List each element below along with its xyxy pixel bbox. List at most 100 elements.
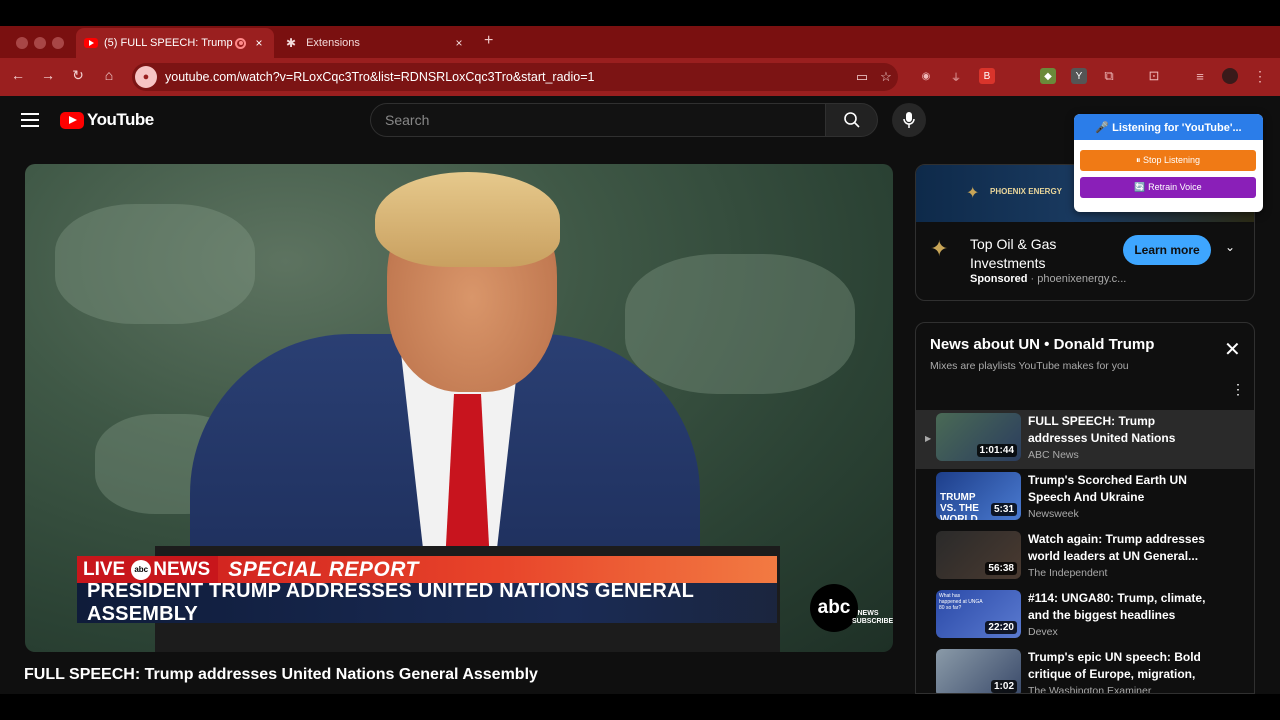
camera-icon[interactable]: ◉ bbox=[918, 68, 934, 84]
item-title[interactable]: Trump's epic UN speech: Bold critique of… bbox=[1028, 649, 1208, 683]
tab-youtube[interactable]: (5) FULL SPEECH: Trump × bbox=[76, 28, 274, 58]
item-channel[interactable]: Newsweek bbox=[1028, 508, 1079, 520]
screen: (5) FULL SPEECH: Trump × ✱ Extensions × … bbox=[0, 0, 1280, 720]
marble-texture bbox=[55, 204, 255, 324]
profile-icon[interactable] bbox=[1222, 68, 1238, 84]
abc-news-label: abc NEWS bbox=[131, 556, 219, 583]
extension-badge-icon[interactable]: ◆ bbox=[1040, 68, 1056, 84]
mic-icon[interactable]: ● bbox=[135, 66, 157, 88]
video-player[interactable]: LIVE abc NEWS SPECIAL REPORT PRESIDENT T… bbox=[25, 164, 893, 652]
browser-toolbar: ← → ↻ ⌂ ● youtube.com/watch?v=RLoxCqc3Tr… bbox=[0, 58, 1280, 96]
window-minimize-dot[interactable] bbox=[34, 37, 46, 49]
phoenix-logo-icon: ✦ bbox=[966, 185, 980, 202]
hamburger-menu-icon[interactable] bbox=[21, 113, 39, 131]
menu-icon[interactable]: ⋮ bbox=[1252, 68, 1268, 84]
ad-title[interactable]: Top Oil & Gas Investments bbox=[970, 235, 1120, 273]
item-title[interactable]: Trump's Scorched Earth UN Speech And Ukr… bbox=[1028, 472, 1208, 506]
news-lower-third: LIVE abc NEWS SPECIAL REPORT PRESIDENT T… bbox=[77, 556, 777, 646]
video-thumbnail[interactable]: TRUMP VS. THE WORLD 5:31 bbox=[936, 472, 1021, 520]
playlist-item[interactable]: What has happened at UNGA 80 so far? 22:… bbox=[916, 587, 1254, 646]
youtube-logo[interactable]: YouTube bbox=[60, 110, 154, 130]
item-channel[interactable]: The Independent bbox=[1028, 567, 1107, 579]
tab-close-button[interactable]: × bbox=[252, 36, 266, 50]
playlist-item[interactable]: TRUMP VS. THE WORLD 5:31 Trump's Scorche… bbox=[916, 469, 1254, 528]
star-icon[interactable]: ☆ bbox=[874, 69, 898, 85]
puzzle-icon[interactable]: ⧉ bbox=[1101, 68, 1117, 84]
ad-domain: · phoenixenergy.c... bbox=[1030, 273, 1127, 285]
popup-header: 🎤 Listening for 'YouTube'... bbox=[1074, 114, 1263, 140]
search-icon bbox=[843, 112, 860, 128]
playlist-item[interactable]: 1:02 Trump's epic UN speech: Bold critiq… bbox=[916, 646, 1254, 693]
back-button[interactable]: ← bbox=[8, 67, 28, 83]
search-button[interactable] bbox=[825, 103, 878, 137]
item-title[interactable]: #114: UNGA80: Trump, climate, and the bi… bbox=[1028, 590, 1208, 624]
video-title: FULL SPEECH: Trump addresses United Nati… bbox=[24, 666, 538, 683]
speaker-hair bbox=[375, 172, 560, 267]
chevron-down-icon[interactable]: ⌄ bbox=[1225, 240, 1235, 254]
item-channel[interactable]: Devex bbox=[1028, 626, 1058, 638]
phoenix-logo-icon: ✦ bbox=[930, 236, 949, 261]
duration-badge: 1:02 bbox=[990, 680, 1017, 693]
voice-listener-popup: 🎤 Listening for 'YouTube'... ⏸ Stop List… bbox=[1074, 114, 1263, 212]
marble-texture bbox=[625, 254, 855, 394]
voice-search-button[interactable] bbox=[892, 103, 926, 137]
learn-more-button[interactable]: Learn more bbox=[1123, 235, 1211, 265]
microphone-icon bbox=[903, 112, 915, 128]
item-channel[interactable]: ABC News bbox=[1028, 449, 1079, 461]
extension-red-icon[interactable]: B bbox=[979, 68, 995, 84]
headline-banner: PRESIDENT TRUMP ADDRESSES UNITED NATIONS… bbox=[77, 580, 777, 625]
ad-body: ✦ Top Oil & Gas Investments Sponsored · … bbox=[916, 222, 1254, 300]
duration-badge: 56:38 bbox=[985, 562, 1017, 575]
mix-playlist-panel: News about UN • Donald Trump Mixes are p… bbox=[915, 322, 1255, 694]
home-button[interactable]: ⌂ bbox=[99, 67, 119, 83]
extension-y-icon[interactable]: Y bbox=[1071, 68, 1087, 84]
more-options-icon[interactable]: ⋮ bbox=[1231, 381, 1245, 398]
bottom-letterbox bbox=[0, 694, 1280, 720]
address-bar[interactable]: ● youtube.com/watch?v=RLoxCqc3Tro&list=R… bbox=[132, 63, 898, 91]
duration-badge: 22:20 bbox=[985, 621, 1017, 634]
thumbnail-text: TRUMP VS. THE WORLD bbox=[940, 492, 979, 520]
playlist-item[interactable]: ▶ 1:01:44 FULL SPEECH: Trump addresses U… bbox=[916, 410, 1254, 469]
playlist-item[interactable]: 56:38 Watch again: Trump addresses world… bbox=[916, 528, 1254, 587]
mix-title: News about UN • Donald Trump bbox=[930, 336, 1155, 353]
item-channel[interactable]: The Washington Examiner bbox=[1028, 685, 1151, 693]
url-text[interactable]: youtube.com/watch?v=RLoxCqc3Tro&list=RDN… bbox=[165, 70, 850, 84]
item-title[interactable]: FULL SPEECH: Trump addresses United Nati… bbox=[1028, 413, 1208, 447]
recording-icon bbox=[235, 37, 246, 49]
screen-share-icon[interactable]: ▭ bbox=[850, 69, 874, 85]
reload-button[interactable]: ↻ bbox=[68, 67, 88, 84]
puzzle-icon: ✱ bbox=[286, 36, 297, 50]
forward-button[interactable]: → bbox=[38, 67, 58, 83]
video-thumbnail[interactable]: 1:02 bbox=[936, 649, 1021, 693]
live-label: LIVE bbox=[77, 556, 132, 583]
youtube-favicon-icon bbox=[84, 38, 98, 48]
tab-extensions[interactable]: ✱ Extensions × bbox=[278, 28, 474, 58]
video-thumbnail[interactable]: 56:38 bbox=[936, 531, 1021, 579]
search-input[interactable] bbox=[385, 112, 825, 128]
abc-subscribe-watermark[interactable]: NEWS SUBSCRIBE bbox=[852, 610, 893, 626]
tab-close-button[interactable]: × bbox=[452, 36, 466, 50]
tab-title: Extensions bbox=[306, 37, 360, 49]
sponsored-label: Sponsored bbox=[970, 273, 1028, 285]
duration-badge: 5:31 bbox=[990, 503, 1017, 516]
abc-logo-icon: abc bbox=[131, 559, 152, 580]
new-tab-button[interactable]: + bbox=[484, 32, 493, 50]
tab-title: (5) FULL SPEECH: Trump bbox=[104, 37, 233, 49]
item-title[interactable]: Watch again: Trump addresses world leade… bbox=[1028, 531, 1208, 565]
thumbnail-text: What has happened at UNGA 80 so far? bbox=[939, 593, 983, 611]
window-close-dot[interactable] bbox=[16, 37, 28, 49]
lower-third-top: LIVE abc NEWS SPECIAL REPORT bbox=[77, 556, 777, 583]
pdf-icon[interactable]: ⏚ bbox=[948, 68, 964, 84]
window-maximize-dot[interactable] bbox=[52, 37, 64, 49]
logo-text: YouTube bbox=[87, 110, 154, 129]
mix-subtitle: Mixes are playlists YouTube makes for yo… bbox=[930, 360, 1129, 372]
search-box[interactable] bbox=[370, 103, 826, 137]
reading-list-icon[interactable]: ≡ bbox=[1192, 68, 1208, 84]
special-report-label: SPECIAL REPORT bbox=[228, 557, 419, 581]
stop-listening-button[interactable]: ⏸ Stop Listening bbox=[1080, 150, 1256, 171]
close-icon[interactable]: ✕ bbox=[1224, 340, 1241, 360]
retrain-voice-button[interactable]: 🔄 Retrain Voice bbox=[1080, 177, 1256, 198]
video-thumbnail[interactable]: 1:01:44 bbox=[936, 413, 1021, 461]
tab-search-icon[interactable]: ⊡ bbox=[1146, 68, 1162, 84]
video-thumbnail[interactable]: What has happened at UNGA 80 so far? 22:… bbox=[936, 590, 1021, 638]
